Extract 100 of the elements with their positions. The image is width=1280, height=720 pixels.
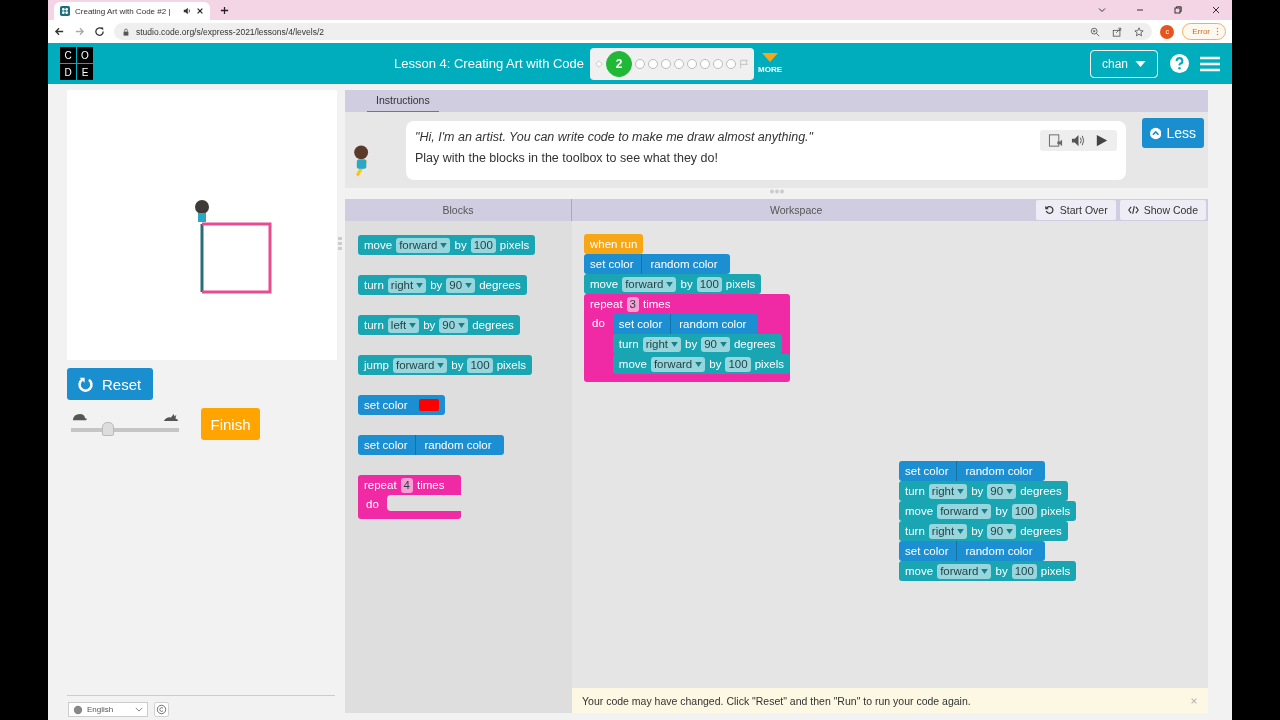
slider-thumb[interactable] — [101, 421, 114, 436]
back-icon[interactable] — [54, 26, 65, 37]
level-bubble[interactable] — [726, 58, 737, 69]
show-code-button[interactable]: Show Code — [1119, 200, 1206, 220]
number-field[interactable]: 100 — [467, 357, 493, 373]
number-field[interactable]: 100 — [1011, 563, 1037, 579]
dropdown-field[interactable]: forward — [650, 356, 706, 372]
level-bubble[interactable] — [674, 58, 685, 69]
code-block[interactable]: set color random color — [358, 435, 504, 455]
block-label: by — [971, 525, 984, 537]
menu-icon[interactable] — [1200, 55, 1220, 72]
grid-icon — [60, 6, 70, 16]
panel-title: Workspace — [770, 204, 823, 216]
dropdown-field[interactable]: 90 — [446, 277, 476, 293]
close-icon[interactable] — [1211, 5, 1221, 15]
dropdown-arrow-icon — [719, 341, 727, 347]
dropdown-field[interactable]: right — [387, 277, 427, 293]
code-block[interactable]: set color random color — [584, 254, 730, 274]
code-block[interactable]: turn right by 90 degrees — [358, 275, 527, 295]
book-icon[interactable] — [1048, 133, 1063, 148]
code-block[interactable]: move forward by 100 pixels — [612, 354, 791, 374]
dropdown-field[interactable]: right — [642, 336, 681, 352]
lock-icon — [122, 27, 130, 36]
dropdown-field[interactable]: 90 — [987, 523, 1017, 539]
play-icon[interactable] — [1094, 133, 1109, 148]
logo-letter[interactable]: D — [60, 64, 76, 80]
copyright-icon[interactable] — [154, 702, 169, 717]
resize-handle[interactable] — [768, 189, 785, 194]
chevron-down-icon[interactable] — [1097, 5, 1107, 15]
level-bubble[interactable] — [661, 58, 672, 69]
code-block[interactable]: set color — [358, 395, 446, 415]
code-block[interactable]: set color random color — [899, 541, 1045, 561]
number-field[interactable]: 100 — [470, 237, 496, 253]
reload-icon[interactable] — [94, 26, 105, 37]
dropdown-field[interactable]: forward — [396, 237, 451, 253]
dropdown-field[interactable]: right — [928, 523, 968, 539]
level-bubble[interactable] — [648, 58, 659, 69]
code-block[interactable]: repeat 3 times do set color random color turn right by 90 degrees move forward by 100 pixels — [584, 294, 791, 382]
forward-icon[interactable] — [74, 26, 85, 37]
code-block[interactable]: move forward by 100 pixels — [899, 561, 1077, 581]
dropdown-field[interactable]: forward — [937, 503, 992, 519]
code-block[interactable]: set color random color — [612, 314, 759, 334]
speaker-icon[interactable] — [183, 7, 191, 15]
code-block[interactable]: move forward by 100 pixels — [358, 235, 536, 255]
close-icon[interactable] — [196, 7, 204, 15]
level-bubble[interactable] — [700, 58, 711, 69]
number-field[interactable]: 3 — [626, 296, 639, 312]
value-block[interactable]: random color — [415, 435, 498, 455]
color-swatch[interactable] — [419, 399, 440, 411]
zoom-icon[interactable] — [1090, 26, 1101, 37]
dropdown-field[interactable]: right — [928, 483, 968, 499]
dropdown-field[interactable]: 90 — [701, 336, 730, 352]
level-diamond-icon[interactable] — [595, 59, 604, 68]
dropdown-field[interactable]: 90 — [439, 317, 469, 333]
logo-letter[interactable]: C — [60, 47, 76, 63]
level-bubble[interactable] — [635, 58, 646, 69]
code-block[interactable]: move forward by 100 pixels — [584, 274, 762, 294]
flag-icon[interactable] — [739, 58, 750, 69]
speaker-icon[interactable] — [1071, 133, 1086, 148]
block-label: degrees — [479, 279, 521, 291]
code-block[interactable]: set color random color — [899, 461, 1045, 481]
address-field[interactable]: studio.code.org/s/express-2021/lessons/4/levels/2 — [114, 23, 1153, 40]
level-bubble[interactable] — [687, 58, 698, 69]
instructions-tab[interactable]: Instructions — [367, 94, 439, 112]
dropdown-field[interactable]: 90 — [987, 483, 1017, 499]
number-field[interactable]: 100 — [1011, 503, 1037, 519]
number-field[interactable]: 4 — [400, 477, 413, 493]
number-field[interactable]: 100 — [696, 276, 722, 292]
code-block[interactable]: turn left by 90 degrees — [358, 315, 520, 335]
start-over-button[interactable]: Start Over — [1035, 200, 1116, 220]
notice-text: Your code may have changed. Click "Reset" and then "Run" to run your code again. — [582, 694, 971, 707]
dropdown-field[interactable]: forward — [937, 563, 992, 579]
share-icon[interactable] — [1112, 26, 1123, 37]
dropdown-field[interactable]: left — [387, 317, 420, 333]
code-block[interactable]: turn right by 90 degrees — [612, 334, 782, 354]
star-icon[interactable] — [1134, 26, 1145, 37]
help-icon[interactable] — [1170, 54, 1189, 73]
reset-button[interactable]: Reset — [67, 368, 153, 400]
code-block[interactable]: turn right by 90 degrees — [899, 521, 1068, 541]
code-block[interactable]: repeat 4 times do — [358, 475, 461, 519]
less-button[interactable]: Less — [1142, 118, 1204, 148]
browser-tab[interactable]: Creating Art with Code #2 | — [54, 2, 210, 20]
number-field[interactable]: 100 — [725, 356, 751, 372]
block-label: pixels — [499, 239, 530, 251]
dropdown-field[interactable]: forward — [392, 357, 448, 373]
dropdown-field[interactable]: forward — [622, 276, 677, 292]
level-bubble[interactable] — [713, 58, 724, 69]
code-block[interactable]: move forward by 100 pixels — [899, 501, 1077, 521]
block-label: pixels — [1040, 565, 1071, 577]
language-select[interactable]: English — [68, 702, 148, 717]
error-button[interactable]: Error — [1182, 23, 1226, 40]
logo-letter[interactable]: O — [77, 47, 93, 63]
code-block[interactable]: jump forward by 100 pixels — [358, 355, 533, 375]
block-label: move — [590, 278, 619, 290]
code-block[interactable]: turn right by 90 degrees — [899, 481, 1068, 501]
resize-handle[interactable] — [338, 237, 342, 251]
restore-icon[interactable] — [1173, 5, 1183, 15]
block-label: by — [995, 565, 1008, 577]
plus-icon[interactable] — [220, 6, 229, 15]
logo-letter[interactable]: E — [77, 64, 93, 80]
